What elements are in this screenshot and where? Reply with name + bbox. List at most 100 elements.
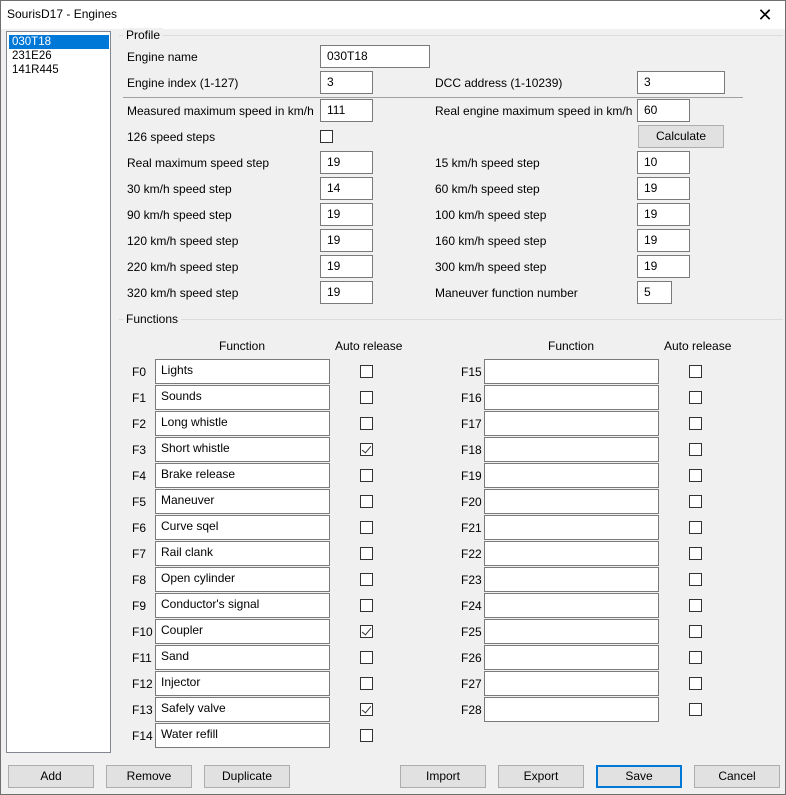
- step-160-label: 160 km/h speed step: [435, 234, 547, 248]
- auto-release-checkbox[interactable]: [360, 599, 373, 612]
- engine-index-input[interactable]: 3: [320, 71, 373, 94]
- auto-release-checkbox[interactable]: [360, 547, 373, 560]
- function-name-input[interactable]: Conductor's signal: [155, 593, 330, 618]
- step-30-input[interactable]: 14: [320, 177, 373, 200]
- auto-release-checkbox[interactable]: [360, 443, 373, 456]
- add-button[interactable]: Add: [8, 765, 94, 788]
- auto-release-checkbox[interactable]: [360, 495, 373, 508]
- engine-list[interactable]: 030T18 231E26 141R445: [6, 31, 111, 753]
- auto-release-checkbox[interactable]: [689, 417, 702, 430]
- step-300-input[interactable]: 19: [637, 255, 690, 278]
- engine-list-item[interactable]: 030T18: [9, 35, 109, 49]
- remove-button[interactable]: Remove: [106, 765, 192, 788]
- function-name-input[interactable]: [484, 697, 659, 722]
- cancel-button[interactable]: Cancel: [694, 765, 780, 788]
- measured-max-speed-input[interactable]: 111: [320, 99, 373, 122]
- function-name-input[interactable]: Injector: [155, 671, 330, 696]
- auto-release-checkbox[interactable]: [360, 625, 373, 638]
- step-90-input[interactable]: 19: [320, 203, 373, 226]
- function-name-input[interactable]: [484, 437, 659, 462]
- function-name-input[interactable]: Rail clank: [155, 541, 330, 566]
- auto-release-checkbox[interactable]: [689, 625, 702, 638]
- step-220-input[interactable]: 19: [320, 255, 373, 278]
- dcc-address-input[interactable]: 3: [637, 71, 725, 94]
- function-name-input[interactable]: [484, 671, 659, 696]
- step-60-input[interactable]: 19: [637, 177, 690, 200]
- auto-release-checkbox[interactable]: [689, 495, 702, 508]
- auto-release-checkbox[interactable]: [689, 651, 702, 664]
- step-320-input[interactable]: 19: [320, 281, 373, 304]
- duplicate-button[interactable]: Duplicate: [204, 765, 290, 788]
- function-key-label: F16: [461, 391, 482, 405]
- step-120-label: 120 km/h speed step: [127, 234, 239, 248]
- auto-release-checkbox[interactable]: [689, 703, 702, 716]
- auto-release-checkbox[interactable]: [360, 703, 373, 716]
- auto-release-checkbox[interactable]: [360, 651, 373, 664]
- function-name-input[interactable]: Safely valve: [155, 697, 330, 722]
- real-max-speed-input[interactable]: 60: [637, 99, 690, 122]
- function-name-input[interactable]: Sounds: [155, 385, 330, 410]
- auto-release-checkbox[interactable]: [689, 521, 702, 534]
- auto-release-checkbox[interactable]: [689, 391, 702, 404]
- auto-release-checkbox[interactable]: [360, 365, 373, 378]
- auto-release-checkbox[interactable]: [360, 391, 373, 404]
- function-name-input[interactable]: Curve sqel: [155, 515, 330, 540]
- auto-release-checkbox[interactable]: [689, 365, 702, 378]
- auto-release-checkbox[interactable]: [360, 677, 373, 690]
- auto-release-checkbox[interactable]: [689, 443, 702, 456]
- auto-release-checkbox[interactable]: [360, 521, 373, 534]
- real-max-speed-step-input[interactable]: 19: [320, 151, 373, 174]
- function-name-input[interactable]: [484, 385, 659, 410]
- function-key-label: F9: [132, 599, 147, 613]
- auto-release-checkbox[interactable]: [689, 677, 702, 690]
- auto-release-checkbox[interactable]: [689, 547, 702, 560]
- function-name-input[interactable]: [484, 567, 659, 592]
- step-15-input[interactable]: 10: [637, 151, 690, 174]
- function-name-input[interactable]: Coupler: [155, 619, 330, 644]
- export-button[interactable]: Export: [498, 765, 584, 788]
- function-name-input[interactable]: Short whistle: [155, 437, 330, 462]
- function-key-label: F12: [132, 677, 153, 691]
- function-name-input[interactable]: Lights: [155, 359, 330, 384]
- function-name-input[interactable]: Water refill: [155, 723, 330, 748]
- maneuver-fn-input[interactable]: 5: [637, 281, 672, 304]
- auto-release-checkbox[interactable]: [360, 729, 373, 742]
- step-120-input[interactable]: 19: [320, 229, 373, 252]
- step-160-input[interactable]: 19: [637, 229, 690, 252]
- function-key-label: F20: [461, 495, 482, 509]
- function-name-input[interactable]: Maneuver: [155, 489, 330, 514]
- engine-name-input[interactable]: 030T18: [320, 45, 430, 68]
- calculate-button[interactable]: Calculate: [638, 125, 724, 148]
- function-name-input[interactable]: Sand: [155, 645, 330, 670]
- speed-steps-126-checkbox[interactable]: [320, 130, 333, 143]
- function-name-input[interactable]: Open cylinder: [155, 567, 330, 592]
- auto-release-checkbox[interactable]: [689, 573, 702, 586]
- save-button[interactable]: Save: [596, 765, 682, 788]
- auto-release-checkbox[interactable]: [360, 417, 373, 430]
- auto-release-checkbox[interactable]: [360, 469, 373, 482]
- import-button[interactable]: Import: [400, 765, 486, 788]
- auto-release-checkbox[interactable]: [689, 599, 702, 612]
- step-100-input[interactable]: 19: [637, 203, 690, 226]
- function-name-input[interactable]: [484, 645, 659, 670]
- function-name-input[interactable]: [484, 619, 659, 644]
- auto-release-column-header: Auto release: [335, 339, 403, 353]
- engine-list-item[interactable]: 231E26: [9, 49, 109, 63]
- auto-release-checkbox[interactable]: [689, 469, 702, 482]
- step-90-label: 90 km/h speed step: [127, 208, 232, 222]
- function-name-input[interactable]: [484, 541, 659, 566]
- function-name-input[interactable]: Long whistle: [155, 411, 330, 436]
- function-key-label: F6: [132, 521, 147, 535]
- close-icon[interactable]: ✕: [745, 1, 785, 29]
- function-name-input[interactable]: [484, 463, 659, 488]
- engine-list-item[interactable]: 141R445: [9, 63, 109, 77]
- function-name-input[interactable]: [484, 593, 659, 618]
- function-name-input[interactable]: [484, 489, 659, 514]
- auto-release-checkbox[interactable]: [360, 573, 373, 586]
- function-name-input[interactable]: [484, 515, 659, 540]
- function-name-input[interactable]: [484, 359, 659, 384]
- function-key-label: F26: [461, 651, 482, 665]
- function-key-label: F10: [132, 625, 153, 639]
- function-name-input[interactable]: [484, 411, 659, 436]
- function-name-input[interactable]: Brake release: [155, 463, 330, 488]
